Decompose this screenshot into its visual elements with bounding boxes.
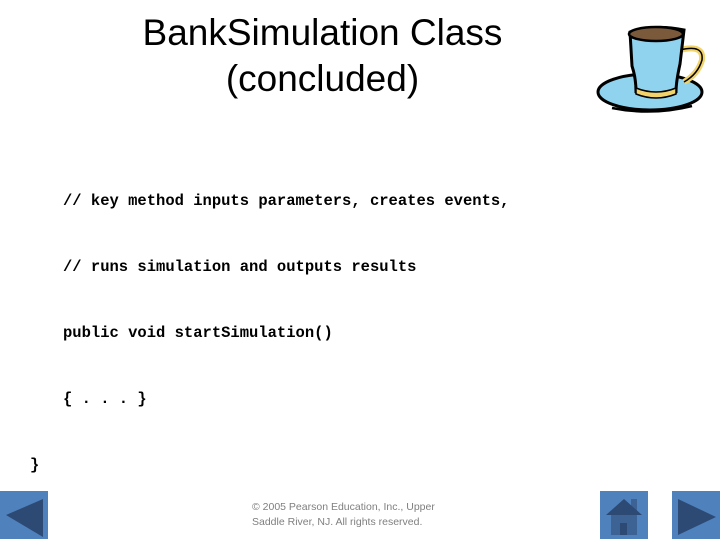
footer-line-2: Saddle River, NJ. All rights reserved. bbox=[252, 516, 423, 528]
title-line-1: BankSimulation Class bbox=[142, 12, 503, 53]
house-icon bbox=[606, 499, 642, 535]
previous-slide-button[interactable] bbox=[0, 491, 48, 539]
code-line: } bbox=[30, 456, 40, 474]
code-block: // key method inputs parameters, creates… bbox=[30, 146, 509, 498]
triangle-left-icon bbox=[6, 499, 43, 537]
next-slide-button[interactable] bbox=[672, 491, 720, 539]
code-line: // runs simulation and outputs results bbox=[63, 258, 417, 276]
code-line: public void startSimulation() bbox=[63, 324, 333, 342]
slide-title: BankSimulation Class (concluded) bbox=[100, 10, 545, 102]
title-line-2: (concluded) bbox=[225, 58, 420, 99]
coffee-cup-icon bbox=[592, 8, 714, 120]
footer-line-1: © 2005 Pearson Education, Inc., Upper bbox=[252, 501, 435, 513]
triangle-right-icon bbox=[678, 499, 716, 535]
code-line: { . . . } bbox=[63, 390, 147, 408]
home-button[interactable] bbox=[600, 491, 648, 539]
copyright-footer: © 2005 Pearson Education, Inc., Upper Sa… bbox=[252, 500, 462, 530]
code-line: // key method inputs parameters, creates… bbox=[63, 192, 510, 210]
